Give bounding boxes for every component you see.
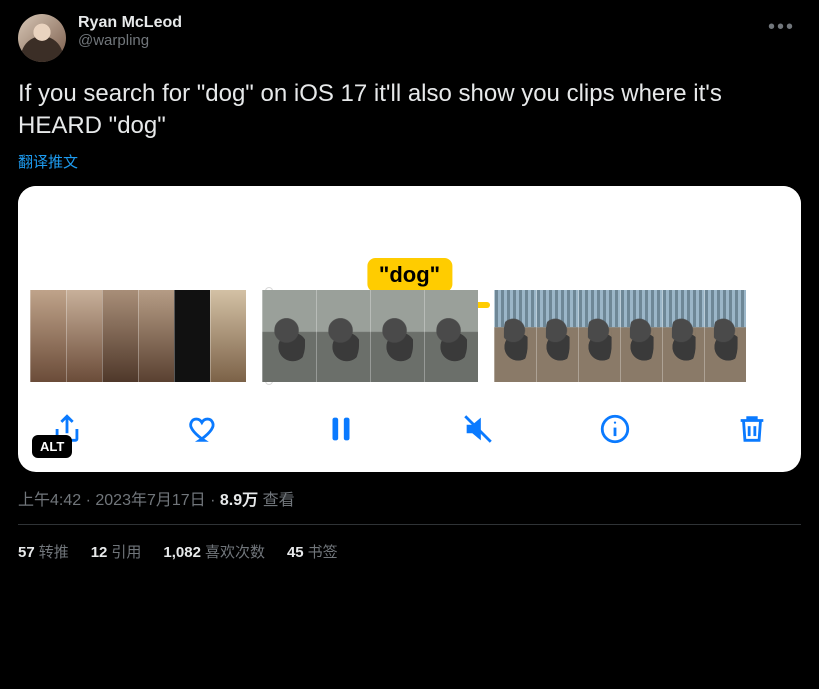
- clip-thumb[interactable]: [66, 290, 102, 382]
- tweet-text: If you search for "dog" on iOS 17 it'll …: [18, 78, 801, 143]
- caption-bubble: "dog": [367, 258, 452, 292]
- tweet-stats: 57转推 12引用 1,082喜欢次数 45书签: [18, 525, 801, 562]
- date[interactable]: 2023年7月17日: [95, 492, 205, 509]
- tweet-meta: 上午4:42 · 2023年7月17日 · 8.9万 查看: [18, 486, 801, 510]
- timeline-strip[interactable]: [18, 290, 801, 390]
- clip-thumb[interactable]: [704, 290, 746, 382]
- clip-thumb[interactable]: [138, 290, 174, 382]
- clip-thumb[interactable]: [536, 290, 578, 382]
- pause-icon[interactable]: [320, 408, 362, 450]
- time[interactable]: 上午4:42: [18, 492, 81, 509]
- clip-thumb[interactable]: [620, 290, 662, 382]
- author-block: Ryan McLeod @warpling: [78, 14, 762, 49]
- clip-group-3[interactable]: [494, 290, 746, 382]
- likes[interactable]: 1,082喜欢次数: [163, 541, 265, 562]
- trash-icon[interactable]: [731, 408, 773, 450]
- media-top: "dog": [18, 186, 801, 290]
- media-card[interactable]: "dog": [18, 186, 801, 472]
- mute-icon[interactable]: [457, 408, 499, 450]
- clip-thumb[interactable]: [494, 290, 536, 382]
- quotes[interactable]: 12引用: [91, 541, 142, 562]
- avatar[interactable]: [18, 14, 66, 62]
- clip-thumb[interactable]: [370, 290, 424, 382]
- tweet: Ryan McLeod @warpling ••• If you search …: [0, 0, 819, 562]
- author-name[interactable]: Ryan McLeod: [78, 14, 762, 32]
- clip-thumb[interactable]: [102, 290, 138, 382]
- info-icon[interactable]: [594, 408, 636, 450]
- clip-thumb[interactable]: [578, 290, 620, 382]
- clip-thumb[interactable]: [316, 290, 370, 382]
- bookmarks[interactable]: 45书签: [287, 541, 338, 562]
- clip-thumb[interactable]: [174, 290, 210, 382]
- views-count[interactable]: 8.9万: [220, 492, 258, 509]
- clip-group-2[interactable]: [262, 290, 478, 382]
- clip-thumb[interactable]: [662, 290, 704, 382]
- more-icon[interactable]: •••: [762, 14, 801, 41]
- clip-thumb[interactable]: [30, 290, 66, 382]
- clip-thumb[interactable]: [424, 290, 478, 382]
- author-handle[interactable]: @warpling: [78, 32, 762, 49]
- clip-thumb[interactable]: [262, 290, 316, 382]
- views-label: 查看: [258, 492, 294, 509]
- translate-link[interactable]: 翻译推文: [18, 151, 801, 172]
- alt-badge[interactable]: ALT: [32, 435, 72, 458]
- clip-group-1[interactable]: [30, 290, 246, 382]
- clip-thumb[interactable]: [210, 290, 246, 382]
- media-toolbar: [18, 390, 801, 472]
- tweet-header: Ryan McLeod @warpling •••: [18, 14, 801, 62]
- heart-icon[interactable]: [183, 408, 225, 450]
- retweets[interactable]: 57转推: [18, 541, 69, 562]
